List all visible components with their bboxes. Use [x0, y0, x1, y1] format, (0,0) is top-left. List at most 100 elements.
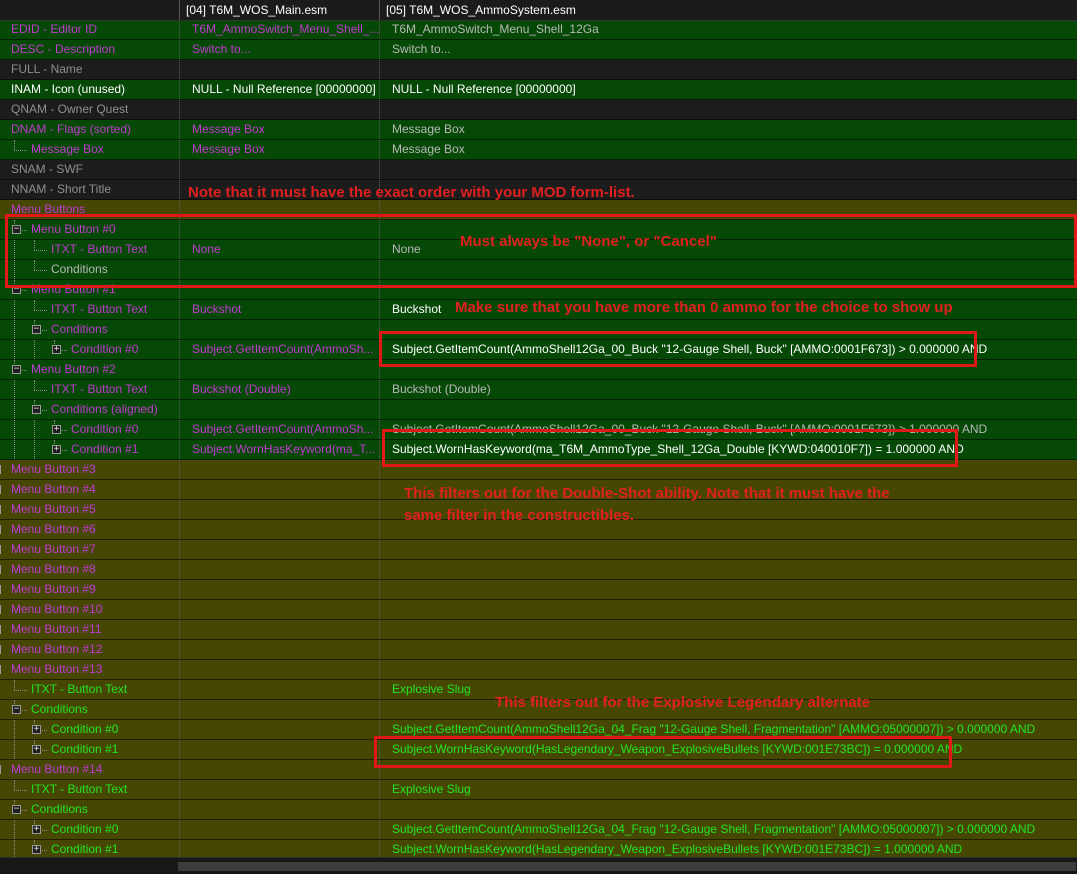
value-cell-ammosystem[interactable]: Switch to...: [379, 40, 1077, 59]
tree-row[interactable]: − Menu Button #13: [0, 660, 1077, 680]
value-cell-ammosystem[interactable]: Subject.GetItemCount(AmmoShell12Ga_04_Fr…: [379, 820, 1077, 839]
value-cell-main[interactable]: [179, 160, 379, 179]
expand-icon[interactable]: +: [0, 605, 1, 614]
value-cell-ammosystem[interactable]: [379, 640, 1077, 659]
tree-row[interactable]: + Menu Button #10: [0, 600, 1077, 620]
value-cell-main[interactable]: Buckshot (Double): [179, 380, 379, 399]
value-cell-ammosystem[interactable]: [379, 560, 1077, 579]
value-cell-main[interactable]: [179, 600, 379, 619]
value-cell-main[interactable]: [179, 620, 379, 639]
tree-row[interactable]: + Menu Button #9: [0, 580, 1077, 600]
value-cell-ammosystem[interactable]: [379, 600, 1077, 619]
value-cell-main[interactable]: [179, 760, 379, 779]
value-cell-ammosystem[interactable]: Buckshot (Double): [379, 380, 1077, 399]
value-cell-main[interactable]: [179, 100, 379, 119]
tree-row[interactable]: + Condition #0 Subject.GetItemCount(AmmoSh…: [0, 820, 1077, 840]
value-cell-main[interactable]: [179, 820, 379, 839]
expand-icon[interactable]: +: [52, 445, 61, 454]
tree-row[interactable]: EDID - Editor ID T6M_AmmoSwitch_Menu_Shel…: [0, 21, 1077, 40]
value-cell-main[interactable]: [179, 540, 379, 559]
value-cell-main[interactable]: [179, 320, 379, 339]
value-cell-main[interactable]: [179, 580, 379, 599]
horizontal-scrollbar[interactable]: [0, 857, 1077, 874]
value-cell-main[interactable]: Switch to...: [179, 40, 379, 59]
value-cell-main[interactable]: Message Box: [179, 140, 379, 159]
value-cell-ammosystem[interactable]: Explosive Slug: [379, 780, 1077, 799]
expand-icon[interactable]: +: [0, 545, 1, 554]
value-cell-ammosystem[interactable]: Message Box: [379, 120, 1077, 139]
tree-row[interactable]: + Menu Button #8: [0, 560, 1077, 580]
collapse-icon[interactable]: −: [32, 325, 41, 334]
collapse-icon[interactable]: −: [12, 705, 21, 714]
value-cell-main[interactable]: [179, 640, 379, 659]
value-cell-main[interactable]: [179, 680, 379, 699]
value-cell-main[interactable]: [179, 720, 379, 739]
value-cell-ammosystem[interactable]: [379, 100, 1077, 119]
tree-row[interactable]: − Conditions (aligned): [0, 400, 1077, 420]
value-cell-ammosystem[interactable]: [379, 160, 1077, 179]
value-cell-ammosystem[interactable]: [379, 400, 1077, 419]
expand-icon[interactable]: +: [0, 485, 1, 494]
value-cell-main[interactable]: Buckshot: [179, 300, 379, 319]
tree-row[interactable]: + Menu Button #12: [0, 640, 1077, 660]
value-cell-ammosystem[interactable]: [379, 60, 1077, 79]
expand-icon[interactable]: +: [0, 565, 1, 574]
value-cell-main[interactable]: Subject.GetItemCount(AmmoSh...: [179, 420, 379, 439]
expand-icon[interactable]: +: [0, 505, 1, 514]
value-cell-main[interactable]: [179, 500, 379, 519]
column-header-main-esm[interactable]: [04] T6M_WOS_Main.esm: [179, 0, 379, 20]
value-cell-main[interactable]: NULL - Null Reference [00000000]: [179, 80, 379, 99]
value-cell-ammosystem[interactable]: [379, 800, 1077, 819]
tree-row[interactable]: ITXT - Button Text Buckshot (Double) Bucks…: [0, 380, 1077, 400]
tree-row[interactable]: + Menu Button #11: [0, 620, 1077, 640]
value-cell-main[interactable]: Subject.WornHasKeyword(ma_T...: [179, 440, 379, 459]
value-cell-main[interactable]: Subject.GetItemCount(AmmoSh...: [179, 340, 379, 359]
tree-row[interactable]: INAM - Icon (unused) NULL - Null Referenc…: [0, 80, 1077, 100]
value-cell-ammosystem[interactable]: T6M_AmmoSwitch_Menu_Shell_12Ga: [379, 21, 1077, 39]
expand-icon[interactable]: +: [0, 585, 1, 594]
value-cell-ammosystem[interactable]: NULL - Null Reference [00000000]: [379, 80, 1077, 99]
value-cell-main[interactable]: [179, 60, 379, 79]
expand-icon[interactable]: +: [52, 345, 61, 354]
value-cell-ammosystem[interactable]: [379, 620, 1077, 639]
value-cell-main[interactable]: [179, 800, 379, 819]
value-cell-main[interactable]: [179, 400, 379, 419]
value-cell-main[interactable]: [179, 560, 379, 579]
collapse-icon[interactable]: −: [0, 665, 1, 674]
value-cell-main[interactable]: [179, 360, 379, 379]
value-cell-main[interactable]: [179, 780, 379, 799]
value-cell-main[interactable]: Message Box: [179, 120, 379, 139]
collapse-icon[interactable]: −: [32, 405, 41, 414]
collapse-icon[interactable]: −: [0, 765, 1, 774]
value-cell-main[interactable]: [179, 840, 379, 857]
value-cell-ammosystem[interactable]: [379, 580, 1077, 599]
column-header-ammosystem-esm[interactable]: [05] T6M_WOS_AmmoSystem.esm: [379, 0, 1077, 20]
value-cell-ammosystem[interactable]: Subject.WornHasKeyword(HasLegendary_Weap…: [379, 840, 1077, 857]
collapse-icon[interactable]: −: [12, 805, 21, 814]
expand-icon[interactable]: +: [0, 465, 1, 474]
value-cell-main[interactable]: [179, 740, 379, 759]
tree-row[interactable]: SNAM - SWF: [0, 160, 1077, 180]
value-cell-main[interactable]: [179, 700, 379, 719]
tree-row[interactable]: DESC - Description Switch to... Switch to.…: [0, 40, 1077, 60]
expand-icon[interactable]: +: [32, 745, 41, 754]
scrollbar-thumb[interactable]: [178, 862, 1076, 871]
value-cell-ammosystem[interactable]: Message Box: [379, 140, 1077, 159]
value-cell-main[interactable]: [179, 480, 379, 499]
tree-row[interactable]: Message Box Message Box Message Box: [0, 140, 1077, 160]
tree-row[interactable]: + Condition #1 Subject.WornHasKeyword(HasL…: [0, 840, 1077, 857]
value-cell-ammosystem[interactable]: [379, 540, 1077, 559]
tree-row[interactable]: + Menu Button #7: [0, 540, 1077, 560]
expand-icon[interactable]: +: [32, 845, 41, 854]
collapse-icon[interactable]: −: [12, 365, 21, 374]
expand-icon[interactable]: +: [32, 825, 41, 834]
expand-icon[interactable]: +: [52, 425, 61, 434]
tree-row[interactable]: FULL - Name: [0, 60, 1077, 80]
tree-row[interactable]: QNAM - Owner Quest: [0, 100, 1077, 120]
tree-row[interactable]: DNAM - Flags (sorted) Message Box Message …: [0, 120, 1077, 140]
tree-row[interactable]: ITXT - Button Text Explosive Slug: [0, 780, 1077, 800]
expand-icon[interactable]: +: [32, 725, 41, 734]
tree-row[interactable]: − Conditions: [0, 800, 1077, 820]
value-cell-main[interactable]: [179, 460, 379, 479]
expand-icon[interactable]: +: [0, 525, 1, 534]
